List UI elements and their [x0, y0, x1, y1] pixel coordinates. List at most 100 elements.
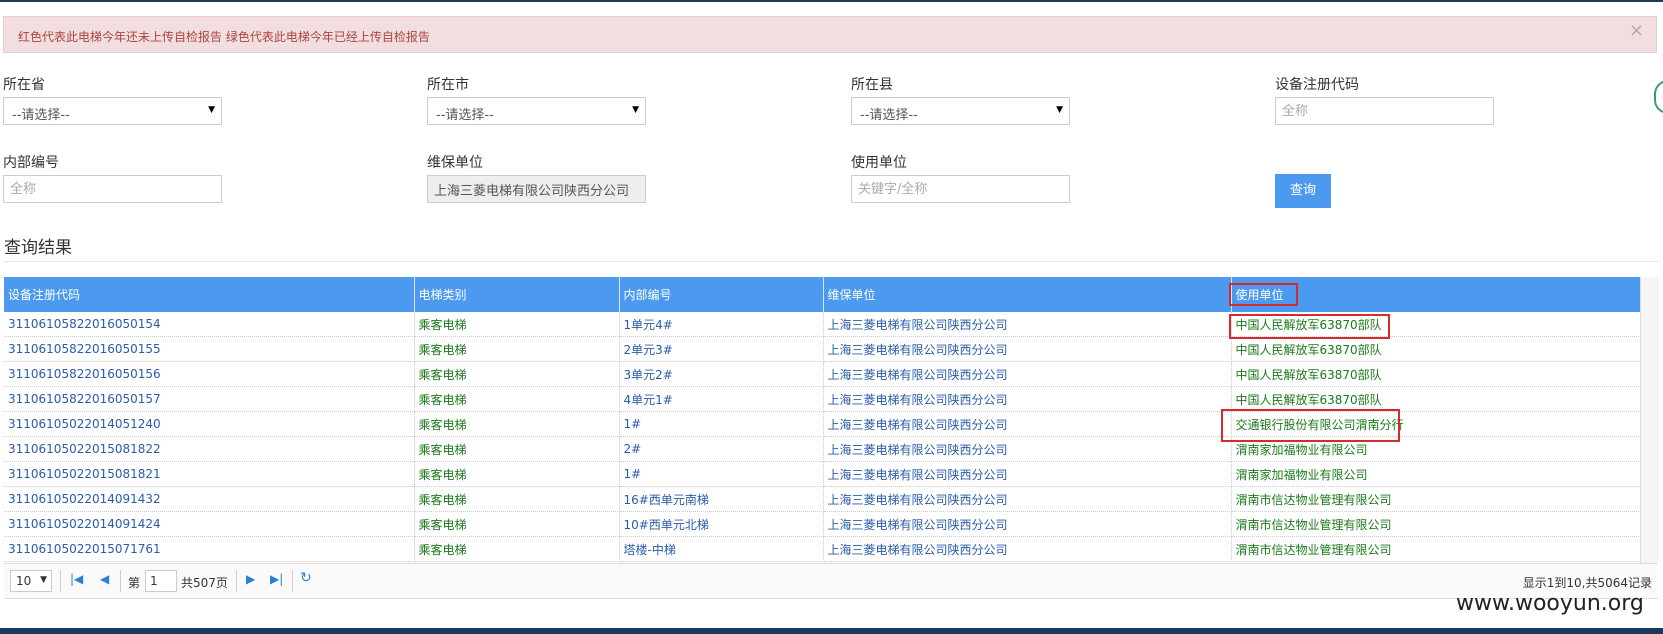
- cell-category: 乘客电梯: [414, 436, 620, 462]
- status-legend-alert: 红色代表此电梯今年还未上传自检报告 绿色代表此电梯今年已经上传自检报告 ×: [3, 16, 1657, 53]
- user-unit-input[interactable]: [851, 175, 1070, 203]
- cell-reg-code: 31106105022015081821: [4, 461, 415, 487]
- cell-category: 乘客电梯: [414, 511, 620, 537]
- last-page-icon[interactable]: ▶|: [270, 572, 283, 586]
- cell-internal-no: 2#: [619, 436, 824, 462]
- cell-internal-no: 1#: [619, 461, 824, 487]
- cell-user-unit: 中国人民解放军63870部队: [1231, 336, 1641, 362]
- cell-maintenance-unit: 上海三菱电梯有限公司陕西分公司: [823, 361, 1232, 387]
- cell-internal-no: 1#: [619, 411, 824, 437]
- reg-code-label: 设备注册代码: [1275, 77, 1359, 93]
- column-header-category[interactable]: 电梯类别: [414, 277, 620, 312]
- cell-category: 乘客电梯: [414, 461, 620, 487]
- cell-maintenance-unit: 上海三菱电梯有限公司陕西分公司: [823, 461, 1232, 487]
- cell-reg-code: 31106105822016050156: [4, 361, 415, 387]
- province-select-value: --请选择--: [12, 108, 70, 123]
- cell-category: 乘客电梯: [414, 411, 620, 437]
- maintenance-unit-input[interactable]: [427, 175, 646, 203]
- cell-maintenance-unit: 上海三菱电梯有限公司陕西分公司: [823, 411, 1232, 437]
- user-unit-label: 使用单位: [851, 155, 907, 171]
- city-select[interactable]: --请选择-- ▼: [427, 97, 646, 125]
- cell-category: 乘客电梯: [414, 312, 620, 337]
- table-row[interactable]: 31106105822016050154 乘客电梯 1单元4# 上海三菱电梯有限公司陕…: [4, 312, 1641, 337]
- province-label: 所在省: [3, 77, 45, 93]
- table-header-row: 设备注册代码 电梯类别 内部编号 维保单位 使用单位: [4, 277, 1641, 312]
- cell-reg-code: 31106105022015081822: [4, 436, 415, 462]
- alert-message: 红色代表此电梯今年还未上传自检报告 绿色代表此电梯今年已经上传自检报告: [18, 30, 430, 44]
- cell-reg-code: 31106105822016050155: [4, 336, 415, 362]
- annotation-box-user-unit-header: [1229, 283, 1298, 306]
- column-header-maintenance-unit[interactable]: 维保单位: [823, 277, 1232, 312]
- page-size-select[interactable]: 10 ▼: [10, 570, 52, 592]
- refresh-icon[interactable]: ↻: [300, 570, 312, 586]
- county-label: 所在县: [851, 77, 893, 93]
- cell-internal-no: 10#西单元北梯: [619, 511, 824, 537]
- cell-user-unit: 中国人民解放军63870部队: [1231, 386, 1641, 412]
- cell-internal-no: 16#西单元南梯: [619, 486, 824, 512]
- table-row[interactable]: 31106105822016050156 乘客电梯 3单元2# 上海三菱电梯有限公司陕…: [4, 361, 1641, 387]
- page-label: 第: [128, 576, 141, 590]
- total-pages: 共507页: [181, 576, 228, 590]
- pager-separator: [292, 570, 293, 592]
- cell-maintenance-unit: 上海三菱电梯有限公司陕西分公司: [823, 386, 1232, 412]
- caret-down-icon: ▼: [632, 105, 639, 115]
- cell-internal-no: 2单元3#: [619, 336, 824, 362]
- cell-category: 乘客电梯: [414, 486, 620, 512]
- cell-maintenance-unit: 上海三菱电梯有限公司陕西分公司: [823, 511, 1232, 537]
- side-float-button[interactable]: [1654, 80, 1663, 114]
- table-row[interactable]: 31106105822016050157 乘客电梯 4单元1# 上海三菱电梯有限公司陕…: [4, 386, 1641, 412]
- caret-down-icon: ▼: [40, 575, 47, 585]
- annotation-box-row-5-user-unit: [1221, 409, 1400, 442]
- cell-internal-no: 塔楼-中梯: [619, 536, 824, 562]
- cell-maintenance-unit: 上海三菱电梯有限公司陕西分公司: [823, 436, 1232, 462]
- cell-user-unit: 渭南市信达物业管理有限公司: [1231, 511, 1641, 537]
- annotation-box-row-1-user-unit: [1229, 314, 1390, 339]
- table-row[interactable]: 31106105022015081821 乘客电梯 1# 上海三菱电梯有限公司陕西分公…: [4, 461, 1641, 487]
- query-button[interactable]: 查询: [1275, 174, 1331, 208]
- caret-down-icon: ▼: [208, 105, 215, 115]
- cell-reg-code: 31106105022014051240: [4, 411, 415, 437]
- cell-reg-code: 31106105022014091424: [4, 511, 415, 537]
- cell-maintenance-unit: 上海三菱电梯有限公司陕西分公司: [823, 312, 1232, 337]
- internal-no-label: 内部编号: [3, 155, 59, 171]
- cell-category: 乘客电梯: [414, 386, 620, 412]
- divider: [4, 261, 1658, 262]
- cell-reg-code: 31106105822016050154: [4, 312, 415, 337]
- prev-page-icon[interactable]: ◀: [100, 572, 109, 586]
- city-select-value: --请选择--: [436, 108, 494, 123]
- table-row[interactable]: 31106105022015071761 乘客电梯 塔楼-中梯 上海三菱电梯有限公司陕…: [4, 536, 1641, 562]
- county-select[interactable]: --请选择-- ▼: [851, 97, 1070, 125]
- cell-maintenance-unit: 上海三菱电梯有限公司陕西分公司: [823, 486, 1232, 512]
- cell-reg-code: 31106105822016050157: [4, 386, 415, 412]
- cell-user-unit: 渭南市信达物业管理有限公司: [1231, 486, 1641, 512]
- current-page-input[interactable]: 1: [145, 570, 177, 592]
- cell-maintenance-unit: 上海三菱电梯有限公司陕西分公司: [823, 336, 1232, 362]
- cell-internal-no: 4单元1#: [619, 386, 824, 412]
- table-row[interactable]: 31106105022014091424 乘客电梯 10#西单元北梯 上海三菱电梯有限…: [4, 511, 1641, 537]
- record-info: 显示1到10,共5064记录: [1522, 576, 1652, 590]
- reg-code-input[interactable]: [1275, 97, 1494, 125]
- next-page-icon[interactable]: ▶: [246, 572, 255, 586]
- county-select-value: --请选择--: [860, 108, 918, 123]
- province-select[interactable]: --请选择-- ▼: [3, 97, 222, 125]
- cell-reg-code: 31106105022014091432: [4, 486, 415, 512]
- page-size-value: 10: [16, 574, 32, 588]
- pager-separator: [60, 570, 61, 592]
- maintenance-unit-label: 维保单位: [427, 155, 483, 171]
- pagination-bar: 10 ▼ |◀ ◀ 第 1 共507页 ▶ ▶| ↻ 显示1到10,共5064记…: [4, 563, 1658, 599]
- close-icon[interactable]: ×: [1629, 20, 1644, 41]
- table-row[interactable]: 31106105022014091432 乘客电梯 16#西单元南梯 上海三菱电梯有限…: [4, 486, 1641, 512]
- internal-no-input[interactable]: [3, 175, 222, 203]
- first-page-icon[interactable]: |◀: [70, 572, 83, 586]
- column-header-reg-code[interactable]: 设备注册代码: [4, 277, 415, 312]
- table-row[interactable]: 31106105822016050155 乘客电梯 2单元3# 上海三菱电梯有限公司陕…: [4, 336, 1641, 362]
- cell-user-unit: 中国人民解放军63870部队: [1231, 361, 1641, 387]
- watermark: www.wooyun.org: [1456, 591, 1644, 616]
- column-header-internal-no[interactable]: 内部编号: [619, 277, 824, 312]
- results-title: 查询结果: [4, 238, 72, 258]
- cell-category: 乘客电梯: [414, 361, 620, 387]
- cell-internal-no: 1单元4#: [619, 312, 824, 337]
- scrollbar[interactable]: [1640, 277, 1659, 563]
- pager-separator: [120, 570, 121, 592]
- cell-maintenance-unit: 上海三菱电梯有限公司陕西分公司: [823, 536, 1232, 562]
